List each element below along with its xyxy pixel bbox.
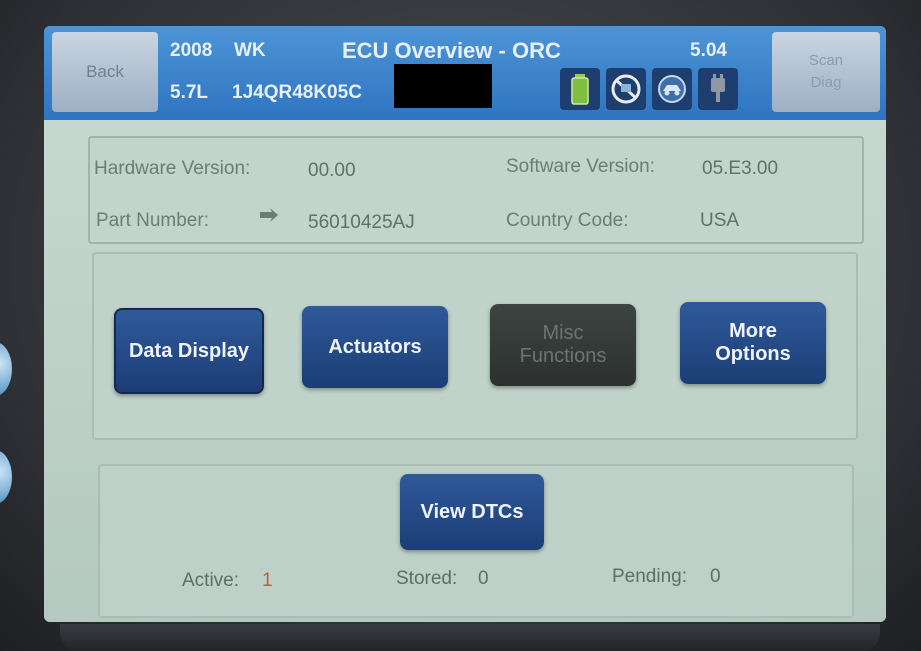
misc-functions-label-line2: Functions (519, 345, 607, 367)
part-number-value: 56010425AJ (308, 212, 415, 233)
pending-dtc-label: Pending: (612, 566, 688, 587)
vehicle-vin: 1J4QR48K05C (232, 82, 362, 103)
misc-functions-label-line1: Misc (542, 322, 584, 344)
software-version-indicator: 5.04 (690, 40, 727, 61)
vehicle-link-icon (652, 68, 692, 110)
no-connection-icon (606, 68, 646, 110)
data-display-label: Data Display (128, 339, 250, 362)
active-dtc-count: 1 (262, 570, 273, 591)
more-options-label-line1: More (729, 320, 777, 342)
page-title: ECU Overview - ORC (342, 38, 561, 63)
hardware-version-label: Hardware Version: (94, 158, 251, 179)
plug-icon (698, 68, 738, 110)
back-button[interactable]: Back (52, 32, 158, 112)
software-version-value: 05.E3.00 (702, 158, 779, 179)
scan-diag-label-line2: Diag (810, 74, 842, 91)
data-display-button[interactable]: Data Display (114, 308, 264, 394)
scan-diag-button[interactable]: Scan Diag (772, 32, 880, 112)
more-options-button[interactable]: More Options (680, 302, 826, 384)
more-options-label-line2: Options (715, 343, 791, 365)
touch-screen: Back 2008 WK ECU Overview - ORC 5.04 5.7… (44, 26, 886, 622)
vehicle-year: 2008 (170, 40, 213, 61)
pointer-icon (258, 206, 280, 229)
actuators-button[interactable]: Actuators (302, 306, 448, 388)
vehicle-engine: 5.7L (170, 82, 209, 103)
view-dtcs-label: View DTCs (420, 500, 524, 523)
pending-dtc-count: 0 (710, 566, 721, 587)
redaction-block (394, 64, 492, 108)
view-dtcs-button[interactable]: View DTCs (400, 474, 544, 550)
battery-icon (560, 68, 600, 110)
ecu-info-panel: Hardware Version: 00.00 Software Version… (88, 136, 864, 244)
active-dtc-label: Active: (182, 570, 240, 591)
misc-functions-button[interactable]: Misc Functions (490, 304, 636, 386)
scan-diag-label-line1: Scan (808, 52, 844, 69)
country-code-value: USA (700, 210, 740, 231)
title-bar: Back 2008 WK ECU Overview - ORC 5.04 5.7… (44, 26, 886, 120)
back-button-label: Back (86, 62, 124, 81)
country-code-label: Country Code: (506, 210, 629, 231)
stored-dtc-label: Stored: (396, 568, 458, 589)
device-lower-bezel (60, 624, 880, 651)
part-number-label: Part Number: (96, 210, 209, 231)
software-version-label: Software Version: (506, 156, 655, 177)
stored-dtc-count: 0 (478, 568, 489, 589)
hardware-version-value: 00.00 (308, 160, 356, 181)
vehicle-model: WK (234, 40, 266, 61)
actuators-label: Actuators (328, 335, 422, 358)
